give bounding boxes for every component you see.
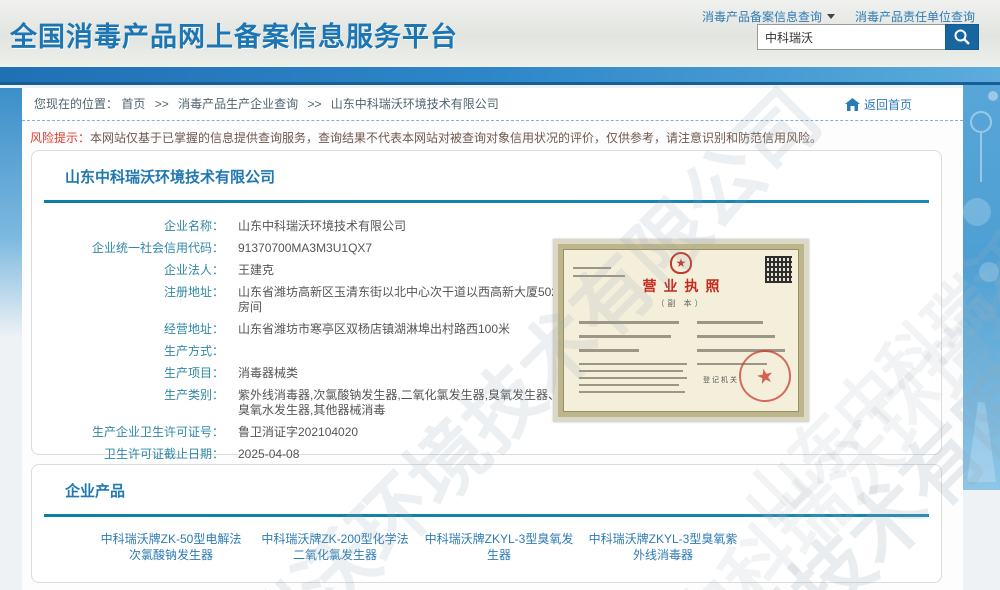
section-underline	[44, 514, 929, 517]
back-home-link[interactable]: 返回首页	[845, 96, 912, 113]
license-text-line	[573, 267, 611, 269]
license-text-line	[579, 335, 671, 338]
left-decoration-strip	[0, 88, 22, 338]
license-title: 营业执照	[563, 276, 799, 296]
field-value: 2025-04-08	[238, 447, 299, 462]
section-underline	[44, 200, 929, 203]
field-label: 生产项目：	[32, 366, 224, 381]
license-text-line	[579, 370, 683, 372]
products-title: 企业产品	[32, 465, 941, 501]
license-text-line	[579, 321, 679, 324]
product-link[interactable]: 中科瑞沃牌ZKYL-3型臭氧发生器	[424, 531, 574, 563]
license-text-line	[579, 384, 679, 386]
product-list: 中科瑞沃牌ZK-50型电解法次氯酸钠发生器 中科瑞沃牌ZK-200型化学法二氧化…	[96, 531, 738, 563]
license-text-line	[579, 377, 687, 379]
field-value: 山东中科瑞沃环境技术有限公司	[238, 219, 406, 234]
license-text-line	[697, 335, 775, 338]
qr-code	[765, 256, 792, 283]
license-text-line	[579, 363, 687, 365]
header-nav: 消毒产品备案信息查询 消毒产品责任单位查询	[702, 8, 975, 25]
right-decoration-strip	[963, 62, 1000, 490]
breadcrumb-link-home[interactable]: 首页	[121, 97, 145, 111]
license-text-line	[573, 275, 625, 277]
license-text-line	[579, 391, 685, 393]
risk-notice-label: 风险提示：	[30, 131, 90, 145]
license-registrar-label: 登记机关	[703, 375, 739, 385]
field-label: 注册地址：	[32, 285, 224, 315]
field-value: 鲁卫消证字202104020	[238, 425, 358, 440]
nav-responsible-unit-query-label: 消毒产品责任单位查询	[855, 8, 975, 25]
field-value: 消毒器械类	[238, 366, 298, 381]
nav-record-info-query-label: 消毒产品备案信息查询	[702, 8, 822, 25]
field-row-license-number: 生产企业卫生许可证号： 鲁卫消证字202104020	[32, 425, 941, 440]
field-row-name: 企业名称： 山东中科瑞沃环境技术有限公司	[32, 219, 941, 234]
search-button[interactable]	[945, 24, 979, 50]
field-value: 紫外线消毒器,次氯酸钠发生器,二氧化氯发生器,臭氧发生器、臭氧水发生器,其他器械…	[238, 388, 570, 418]
field-value: 山东省潍坊高新区玉清东街以北中心次干道以西高新大厦502房间	[238, 285, 570, 315]
field-value: 91370700MA3M3U1QX7	[238, 241, 372, 256]
breadcrumb: 您现在的位置： 首页 >> 消毒产品生产企业查询 >> 山东中科瑞沃环境技术有限…	[22, 88, 963, 121]
field-label: 生产方式：	[32, 344, 224, 359]
license-text-line	[579, 349, 639, 352]
site-title: 全国消毒产品网上备案信息服务平台	[10, 15, 458, 54]
header-divider-bar	[0, 67, 1000, 85]
company-info-card: 山东中科瑞沃环境技术有限公司 企业名称： 山东中科瑞沃环境技术有限公司 企业统一…	[31, 150, 942, 455]
breadcrumb-link-producer-query[interactable]: 消毒产品生产企业查询	[178, 97, 298, 111]
breadcrumb-prefix: 您现在的位置：	[34, 97, 118, 111]
breadcrumb-separator: >>	[307, 97, 321, 111]
product-link[interactable]: 中科瑞沃牌ZKYL-3型臭氧紫外线消毒器	[588, 531, 738, 563]
products-card: 企业产品 中科瑞沃牌ZK-50型电解法次氯酸钠发生器 中科瑞沃牌ZK-200型化…	[31, 464, 942, 583]
risk-notice-text: 本网站仅基于已掌握的信息提供查询服务，查询结果不代表本网站对被查询对象信用状况的…	[90, 131, 822, 145]
search-icon	[953, 28, 971, 46]
field-label: 生产企业卫生许可证号：	[32, 425, 224, 440]
business-license-certificate: ★ 营业执照 （副 本） 登记机关 ★	[558, 244, 804, 417]
nav-record-info-query[interactable]: 消毒产品备案信息查询	[702, 8, 835, 25]
field-label: 卫生许可证截止日期：	[32, 447, 224, 462]
product-link[interactable]: 中科瑞沃牌ZK-50型电解法次氯酸钠发生器	[96, 531, 246, 563]
nav-responsible-unit-query[interactable]: 消毒产品责任单位查询	[855, 8, 975, 25]
risk-notice: 风险提示：本网站仅基于已掌握的信息提供查询服务，查询结果不代表本网站对被查询对象…	[30, 130, 822, 146]
search-bar	[757, 24, 979, 50]
home-icon	[845, 98, 860, 111]
field-label: 企业名称：	[32, 219, 224, 234]
breadcrumb-current-page: 山东中科瑞沃环境技术有限公司	[331, 97, 499, 111]
license-subtitle: （副 本）	[563, 298, 799, 309]
field-value: 山东省潍坊市寒亭区双杨店镇湖淋埠出村路西100米	[238, 322, 510, 337]
chevron-down-icon	[827, 14, 835, 19]
field-value: 王建克	[238, 263, 274, 278]
official-seal: ★	[734, 345, 796, 407]
field-row-license-expiry: 卫生许可证截止日期： 2025-04-08	[32, 447, 941, 462]
national-emblem-icon: ★	[670, 252, 692, 274]
field-label: 生产类别：	[32, 388, 224, 418]
business-license-image: ★ 营业执照 （副 本） 登记机关 ★	[553, 239, 809, 422]
molecule-graphic-icon	[963, 62, 1000, 490]
field-label: 企业统一社会信用代码：	[32, 241, 224, 256]
product-link[interactable]: 中科瑞沃牌ZK-200型化学法二氧化氯发生器	[260, 531, 410, 563]
license-text-line	[697, 321, 763, 324]
breadcrumb-separator: >>	[155, 97, 169, 111]
field-label: 企业法人：	[32, 263, 224, 278]
search-input[interactable]	[757, 24, 945, 50]
field-label: 经营地址：	[32, 322, 224, 337]
company-name-title: 山东中科瑞沃环境技术有限公司	[32, 151, 941, 187]
back-home-label: 返回首页	[864, 96, 912, 113]
